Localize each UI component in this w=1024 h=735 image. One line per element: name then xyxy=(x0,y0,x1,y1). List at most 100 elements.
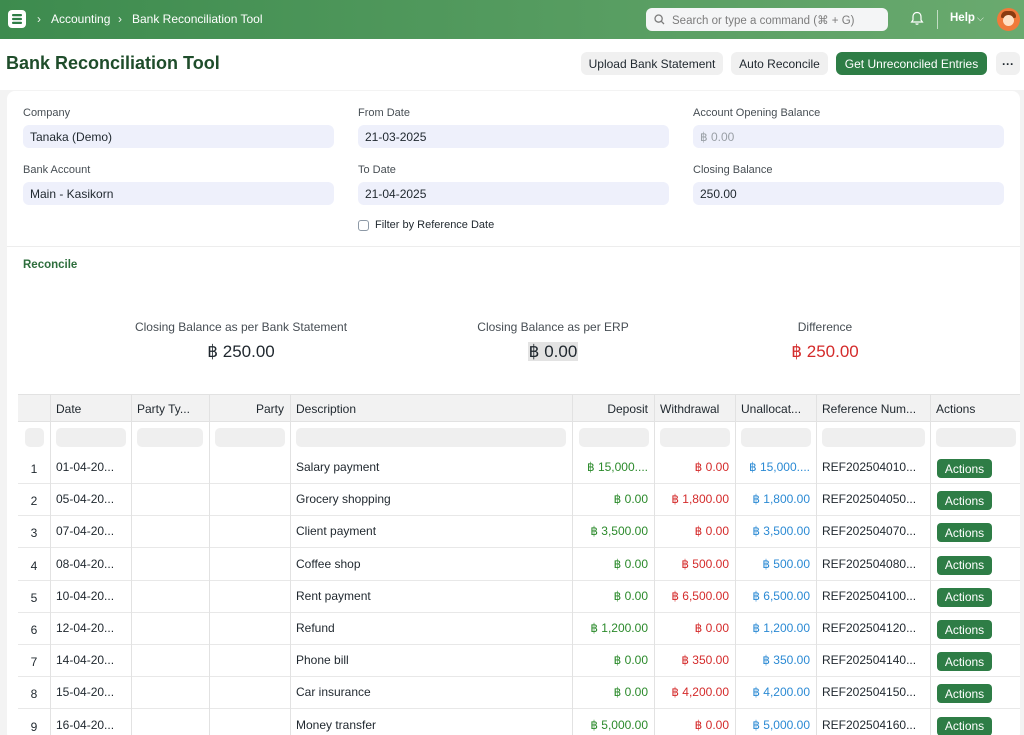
header-party[interactable]: Party xyxy=(209,395,290,423)
cell-reference-number[interactable]: REF202504120... xyxy=(816,613,930,645)
get-unreconciled-entries-button[interactable]: Get Unreconciled Entries xyxy=(836,52,987,75)
cell-date[interactable]: 16-04-20... xyxy=(50,710,131,735)
cell-deposit[interactable]: ฿ 0.00 xyxy=(572,484,654,516)
cell-party-type[interactable] xyxy=(131,452,209,484)
filter-withdrawal-input[interactable] xyxy=(660,428,730,447)
cell-party[interactable] xyxy=(209,484,290,516)
cell-date[interactable]: 08-04-20... xyxy=(50,549,131,581)
header-party-type[interactable]: Party Ty... xyxy=(131,395,209,423)
cell-party-type[interactable] xyxy=(131,549,209,581)
cell-party[interactable] xyxy=(209,677,290,709)
row-actions-button[interactable]: Actions xyxy=(937,652,992,672)
cell-description[interactable]: Refund xyxy=(290,613,572,645)
table-row[interactable]: 7 14-04-20... Phone bill ฿ 0.00 ฿ 350.00 ฿ 35… xyxy=(18,645,1020,678)
cell-date[interactable]: 12-04-20... xyxy=(50,613,131,645)
more-options-button[interactable]: ··· xyxy=(996,52,1020,75)
cell-unallocated[interactable]: ฿ 1,800.00 xyxy=(735,484,816,516)
cell-description[interactable]: Money transfer xyxy=(290,710,572,735)
table-row[interactable]: 8 15-04-20... Car insurance ฿ 0.00 ฿ 4,200.0… xyxy=(18,677,1020,710)
cell-withdrawal[interactable]: ฿ 4,200.00 xyxy=(654,677,735,709)
cell-withdrawal[interactable]: ฿ 0.00 xyxy=(654,516,735,548)
cell-reference-number[interactable]: REF202504010... xyxy=(816,452,930,484)
app-logo-icon[interactable] xyxy=(8,10,26,28)
cell-withdrawal[interactable]: ฿ 500.00 xyxy=(654,549,735,581)
cell-unallocated[interactable]: ฿ 6,500.00 xyxy=(735,581,816,613)
cell-party-type[interactable] xyxy=(131,581,209,613)
cell-deposit[interactable]: ฿ 0.00 xyxy=(572,549,654,581)
cell-reference-number[interactable]: REF202504080... xyxy=(816,549,930,581)
help-menu[interactable]: Help xyxy=(950,12,975,24)
from-date-field[interactable]: 21-03-2025 xyxy=(358,125,669,148)
filter-description-input[interactable] xyxy=(296,428,566,447)
cell-withdrawal[interactable]: ฿ 0.00 xyxy=(654,613,735,645)
cell-party-type[interactable] xyxy=(131,484,209,516)
filter-party-input[interactable] xyxy=(215,428,285,447)
chevron-down-icon[interactable]: ⌵ xyxy=(977,13,984,24)
cell-withdrawal[interactable]: ฿ 0.00 xyxy=(654,452,735,484)
cell-deposit[interactable]: ฿ 15,000.... xyxy=(572,452,654,484)
cell-unallocated[interactable]: ฿ 4,200.00 xyxy=(735,677,816,709)
bell-icon[interactable] xyxy=(910,11,924,26)
cell-reference-number[interactable]: REF202504160... xyxy=(816,710,930,735)
cell-reference-number[interactable]: REF202504150... xyxy=(816,677,930,709)
cell-unallocated[interactable]: ฿ 1,200.00 xyxy=(735,613,816,645)
cell-reference-number[interactable]: REF202504070... xyxy=(816,516,930,548)
cell-description[interactable]: Client payment xyxy=(290,516,572,548)
company-field[interactable]: Tanaka (Demo) xyxy=(23,125,334,148)
row-actions-button[interactable]: Actions xyxy=(937,620,992,639)
cell-withdrawal[interactable]: ฿ 1,800.00 xyxy=(654,484,735,516)
header-deposit[interactable]: Deposit xyxy=(572,395,654,423)
header-description[interactable]: Description xyxy=(290,395,572,423)
table-row[interactable]: 2 05-04-20... Grocery shopping ฿ 0.00 ฿ 1,80… xyxy=(18,484,1020,517)
cell-party[interactable] xyxy=(209,516,290,548)
cell-deposit[interactable]: ฿ 0.00 xyxy=(572,581,654,613)
cell-description[interactable]: Grocery shopping xyxy=(290,484,572,516)
cell-deposit[interactable]: ฿ 0.00 xyxy=(572,677,654,709)
cell-party[interactable] xyxy=(209,645,290,677)
cell-withdrawal[interactable]: ฿ 0.00 xyxy=(654,710,735,735)
cell-deposit[interactable]: ฿ 1,200.00 xyxy=(572,613,654,645)
cell-unallocated[interactable]: ฿ 350.00 xyxy=(735,645,816,677)
breadcrumb-bank-reconciliation[interactable]: Bank Reconciliation Tool xyxy=(132,12,263,26)
header-date[interactable]: Date xyxy=(50,395,131,423)
cell-reference-number[interactable]: REF202504100... xyxy=(816,581,930,613)
cell-deposit[interactable]: ฿ 0.00 xyxy=(572,645,654,677)
cell-deposit[interactable]: ฿ 5,000.00 xyxy=(572,710,654,735)
row-actions-button[interactable]: Actions xyxy=(937,491,992,511)
bank-account-field[interactable]: Main - Kasikorn xyxy=(23,182,334,205)
cell-date[interactable]: 05-04-20... xyxy=(50,484,131,516)
breadcrumb-accounting[interactable]: Accounting xyxy=(51,12,110,26)
filter-date-input[interactable] xyxy=(56,428,126,447)
cell-description[interactable]: Rent payment xyxy=(290,581,572,613)
cell-withdrawal[interactable]: ฿ 350.00 xyxy=(654,645,735,677)
cell-party[interactable] xyxy=(209,710,290,735)
table-row[interactable]: 6 12-04-20... Refund ฿ 1,200.00 ฿ 0.00 ฿ 1,20… xyxy=(18,613,1020,645)
header-reference-number[interactable]: Reference Num... xyxy=(816,395,930,423)
cell-description[interactable]: Coffee shop xyxy=(290,549,572,581)
cell-unallocated[interactable]: ฿ 3,500.00 xyxy=(735,516,816,548)
auto-reconcile-button[interactable]: Auto Reconcile xyxy=(731,52,828,75)
row-actions-button[interactable]: Actions xyxy=(937,459,992,478)
opening-balance-field[interactable]: ฿ 0.00 xyxy=(693,125,1004,148)
cell-date[interactable]: 15-04-20... xyxy=(50,677,131,709)
row-actions-button[interactable]: Actions xyxy=(937,587,992,607)
table-row[interactable]: 9 16-04-20... Money transfer ฿ 5,000.00 ฿ 0.… xyxy=(18,710,1020,735)
filter-deposit-input[interactable] xyxy=(579,428,649,447)
cell-party-type[interactable] xyxy=(131,710,209,735)
cell-date[interactable]: 01-04-20... xyxy=(50,452,131,484)
cell-party-type[interactable] xyxy=(131,613,209,645)
cell-date[interactable]: 10-04-20... xyxy=(50,581,131,613)
table-row[interactable]: 3 07-04-20... Client payment ฿ 3,500.00 ฿ 0.… xyxy=(18,516,1020,549)
cell-withdrawal[interactable]: ฿ 6,500.00 xyxy=(654,581,735,613)
table-row[interactable]: 1 01-04-20... Salary payment ฿ 15,000.... ฿ … xyxy=(18,452,1020,484)
filter-unallocated-input[interactable] xyxy=(741,428,811,447)
avatar[interactable] xyxy=(997,8,1020,31)
cell-deposit[interactable]: ฿ 3,500.00 xyxy=(572,516,654,548)
cell-date[interactable]: 07-04-20... xyxy=(50,516,131,548)
table-row[interactable]: 4 08-04-20... Coffee shop ฿ 0.00 ฿ 500.00 ฿ 5… xyxy=(18,549,1020,581)
filter-party-type-input[interactable] xyxy=(137,428,203,447)
cell-description[interactable]: Salary payment xyxy=(290,452,572,484)
row-actions-button[interactable]: Actions xyxy=(937,555,992,575)
header-unallocated[interactable]: Unallocat... xyxy=(735,395,816,423)
row-actions-button[interactable]: Actions xyxy=(937,684,992,704)
